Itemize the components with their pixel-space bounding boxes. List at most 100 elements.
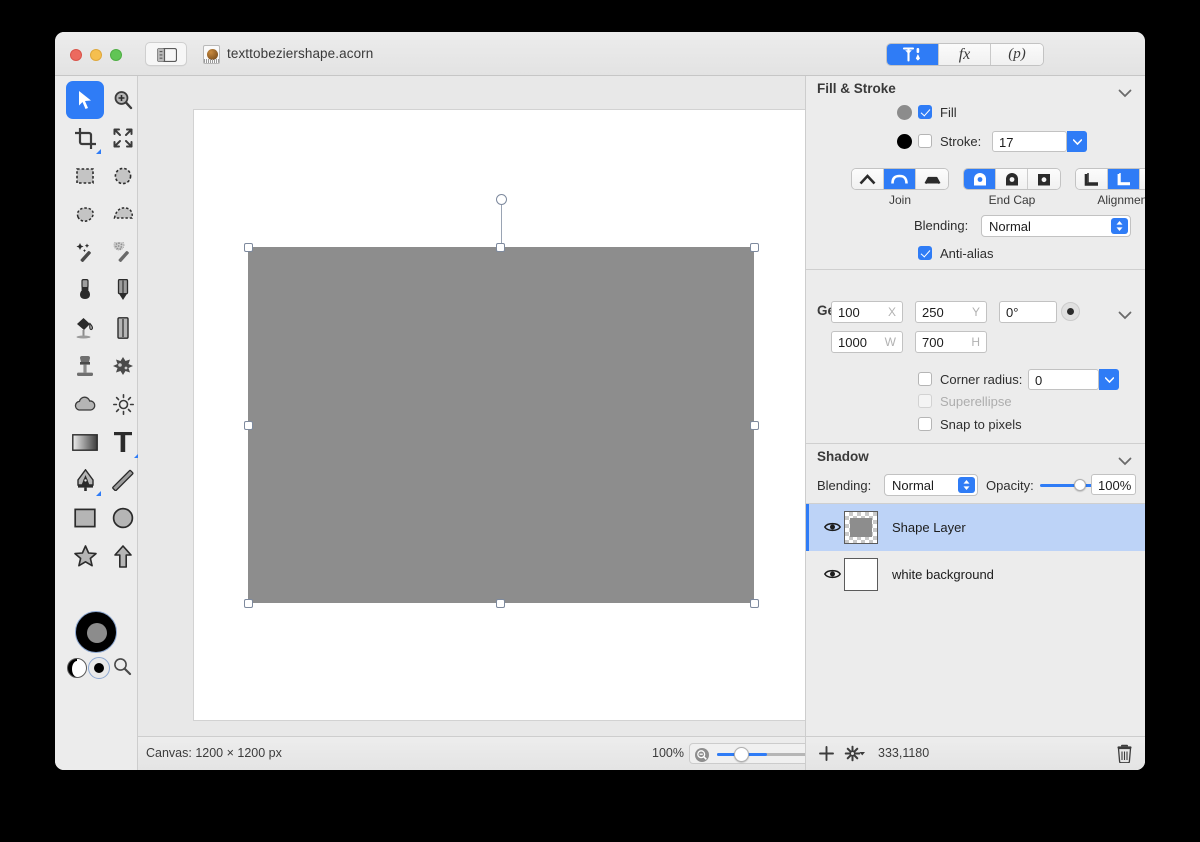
- transform-tool[interactable]: [104, 119, 142, 157]
- bezier-pen-tool[interactable]: [66, 461, 104, 499]
- cloud-blur-icon: [74, 396, 96, 411]
- delete-layer-button[interactable]: [1117, 744, 1132, 768]
- cap-square-button[interactable]: [996, 169, 1028, 189]
- line-tool[interactable]: [104, 461, 142, 499]
- zoom-tool[interactable]: [104, 81, 142, 119]
- geometry-h-field[interactable]: 700 H: [915, 331, 987, 353]
- selected-shape-rectangle[interactable]: [248, 247, 754, 603]
- fill-stroke-disclosure-button[interactable]: [1118, 85, 1132, 103]
- ellipse-shape-tool[interactable]: [104, 499, 142, 537]
- instant-alpha-tool[interactable]: [104, 233, 142, 271]
- geometry-disclosure-button[interactable]: [1118, 307, 1132, 325]
- layer-settings-button[interactable]: [844, 745, 869, 767]
- corner-radius-field[interactable]: 0: [1028, 369, 1099, 390]
- zoom-track[interactable]: [717, 753, 811, 756]
- brush-tool[interactable]: [66, 271, 104, 309]
- zoom-slider-knob[interactable]: [734, 747, 749, 762]
- pencil-tool[interactable]: [104, 271, 142, 309]
- tab-filters[interactable]: fx: [939, 44, 991, 65]
- shadow-blending-popup[interactable]: Normal: [884, 474, 978, 496]
- handle-middle-right[interactable]: [749, 420, 759, 430]
- rotation-handle-knob[interactable]: [495, 194, 507, 205]
- align-inside-button[interactable]: [1076, 169, 1108, 189]
- stroke-color-swatch[interactable]: [897, 134, 912, 149]
- join-bevel-button[interactable]: [916, 169, 948, 189]
- close-button[interactable]: [70, 49, 82, 61]
- tab-presets[interactable]: (p): [991, 44, 1043, 65]
- cap-butt-button[interactable]: [1028, 169, 1060, 189]
- gradient-tool[interactable]: [66, 423, 104, 461]
- geometry-w-field[interactable]: 1000 W: [831, 331, 903, 353]
- dodge-burn-tool[interactable]: [104, 385, 142, 423]
- star-shape-tool[interactable]: [66, 537, 104, 575]
- stroke-width-field[interactable]: 17: [992, 131, 1067, 152]
- shadow-disclosure-button[interactable]: [1118, 453, 1132, 471]
- stroke-width-stepper[interactable]: [1067, 131, 1087, 152]
- zoom-button[interactable]: [110, 49, 122, 61]
- align-outside-button[interactable]: [1140, 169, 1145, 189]
- swap-colors-button[interactable]: [67, 658, 87, 678]
- arrow-shape-tool[interactable]: [104, 537, 142, 575]
- paint-bucket-tool[interactable]: [66, 309, 104, 347]
- sidebar-toggle-button[interactable]: [145, 42, 187, 66]
- handle-bottom-left[interactable]: [243, 598, 253, 608]
- snap-to-pixels-checkbox[interactable]: [918, 417, 932, 431]
- geometry-x-field[interactable]: 100 X: [831, 301, 903, 323]
- canvas-scroll-view[interactable]: [138, 76, 862, 736]
- align-center-button[interactable]: [1108, 169, 1140, 189]
- tab-presets-label: (p): [1008, 46, 1026, 62]
- join-round-button[interactable]: [884, 169, 916, 189]
- background-color-well[interactable]: [88, 657, 110, 679]
- rotation-dial-icon[interactable]: [1061, 302, 1080, 321]
- geometry-rotation-field[interactable]: 0°: [999, 301, 1057, 323]
- anti-alias-checkbox[interactable]: [918, 246, 932, 260]
- corner-radius-stepper[interactable]: [1099, 369, 1119, 390]
- crop-tool[interactable]: [66, 119, 104, 157]
- cap-round-button[interactable]: [964, 169, 996, 189]
- clone-stamp-tool[interactable]: [66, 347, 104, 385]
- rotation-handle-stem: [500, 205, 502, 247]
- handle-bottom-right[interactable]: [749, 598, 759, 608]
- color-picker-magnifier-button[interactable]: [113, 657, 132, 681]
- handle-middle-left[interactable]: [243, 420, 253, 430]
- add-layer-button[interactable]: [818, 745, 835, 767]
- magic-wand-tool[interactable]: [66, 233, 104, 271]
- elliptical-select-tool[interactable]: [104, 157, 142, 195]
- layer-row-shape-layer[interactable]: Shape Layer: [806, 504, 1145, 551]
- document-canvas[interactable]: [193, 109, 807, 721]
- layer-visibility-toggle[interactable]: [823, 520, 842, 538]
- rectangle-shape-tool[interactable]: [66, 499, 104, 537]
- handle-top-center[interactable]: [495, 242, 505, 252]
- move-tool[interactable]: [66, 81, 104, 119]
- polygon-lasso-tool[interactable]: [104, 195, 142, 233]
- foreground-color-well[interactable]: [75, 611, 117, 653]
- shadow-opacity-knob[interactable]: [1074, 479, 1086, 491]
- minimize-button[interactable]: [90, 49, 102, 61]
- stroke-checkbox[interactable]: [918, 134, 932, 148]
- shadow-opacity-field[interactable]: 100%: [1091, 474, 1136, 495]
- app-window: texttobeziershape.acorn fx (p) Canvas: 1…: [55, 32, 1145, 770]
- inspector-mode-segmented-control[interactable]: fx (p): [886, 43, 1044, 66]
- eraser-tool[interactable]: [104, 309, 142, 347]
- alignment-segmented-control[interactable]: [1075, 168, 1145, 190]
- zoom-out-button[interactable]: [695, 748, 709, 762]
- join-miter-button[interactable]: [852, 169, 884, 189]
- endcap-segmented-control[interactable]: [963, 168, 1061, 190]
- layer-row-white-background[interactable]: white background: [806, 551, 1145, 598]
- blur-tool[interactable]: [66, 385, 104, 423]
- lasso-tool[interactable]: [66, 195, 104, 233]
- handle-top-left[interactable]: [243, 242, 253, 252]
- smudge-tool[interactable]: [104, 347, 142, 385]
- sidebar-toggle-icon: [157, 48, 177, 62]
- corner-radius-checkbox[interactable]: [918, 372, 932, 386]
- join-segmented-control[interactable]: [851, 168, 949, 190]
- handle-top-right[interactable]: [749, 242, 759, 252]
- text-tool[interactable]: [104, 423, 142, 461]
- geometry-y-field[interactable]: 250 Y: [915, 301, 987, 323]
- tab-tools-inspector[interactable]: [887, 44, 939, 65]
- handle-bottom-center[interactable]: [495, 598, 505, 608]
- rectangular-select-tool[interactable]: [66, 157, 104, 195]
- layer-visibility-toggle[interactable]: [823, 567, 842, 585]
- superellipse-checkbox[interactable]: [918, 394, 932, 408]
- fill-blending-popup[interactable]: Normal: [981, 215, 1131, 237]
